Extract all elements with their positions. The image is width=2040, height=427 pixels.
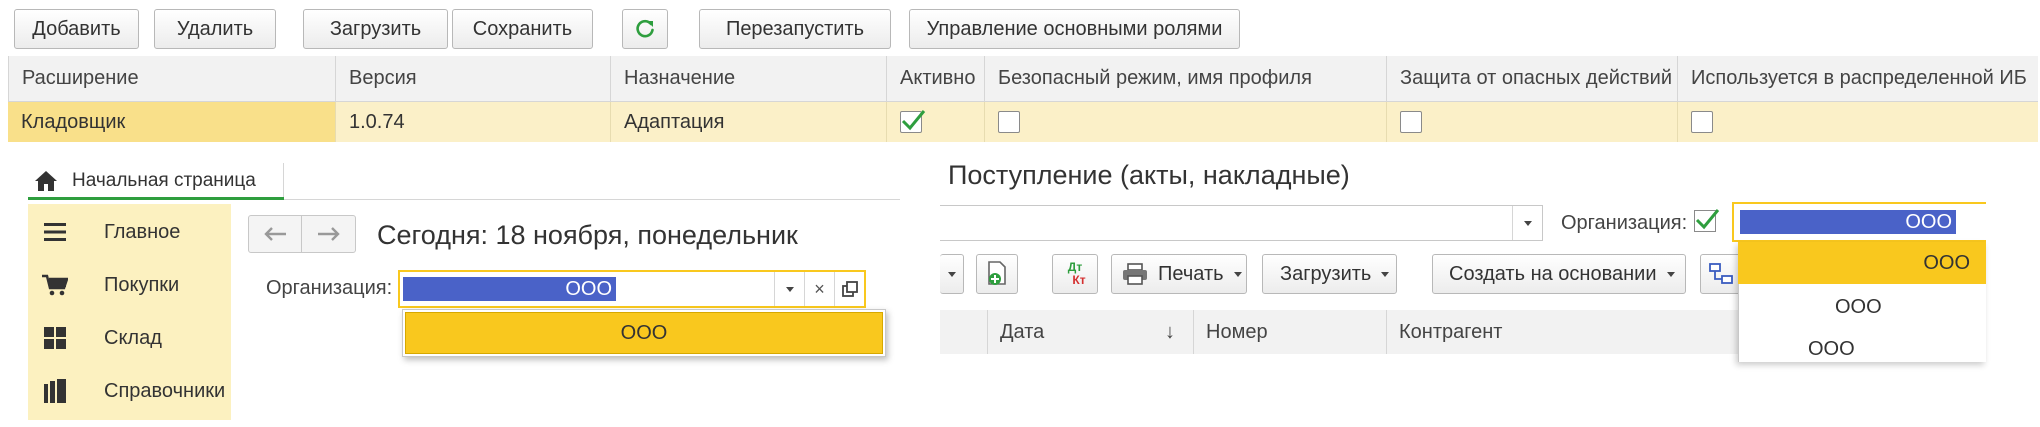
today-heading: Сегодня: 18 ноября, понедельник bbox=[377, 219, 798, 250]
org-dropdown-option-1[interactable]: ООО bbox=[1738, 242, 1986, 284]
org-checkbox[interactable] bbox=[1694, 209, 1720, 232]
copy-button[interactable] bbox=[976, 254, 1018, 294]
refresh-button[interactable] bbox=[622, 9, 668, 49]
dtkt-bottom-label: Кт bbox=[1072, 273, 1086, 287]
col-header-distributed[interactable]: Используется в распределенной ИБ bbox=[1678, 56, 2038, 102]
add-copy-icon bbox=[988, 261, 1006, 285]
chevron-down-icon bbox=[1666, 271, 1675, 277]
hierarchy-icon bbox=[1709, 263, 1733, 284]
cell-distributed bbox=[1678, 102, 2038, 142]
safe-mode-checkbox[interactable] bbox=[998, 111, 1020, 133]
sidebar-item-main[interactable]: Главное bbox=[28, 206, 231, 258]
col-header-active[interactable]: Активно bbox=[887, 56, 985, 102]
delete-button[interactable]: Удалить bbox=[154, 9, 276, 49]
page-title: Поступление (акты, накладные) bbox=[948, 159, 1350, 190]
chevron-down-icon bbox=[947, 271, 956, 277]
arrow-left-icon bbox=[263, 227, 286, 241]
create-based-button[interactable]: Создать на основании bbox=[1432, 254, 1686, 294]
books-icon bbox=[40, 376, 70, 406]
cell-version[interactable]: 1.0.74 bbox=[336, 102, 611, 142]
chevron-down-icon bbox=[1523, 220, 1532, 226]
search-dropdown-button[interactable] bbox=[1512, 206, 1542, 240]
print-label: Печать bbox=[1158, 262, 1224, 285]
cell-safe-mode bbox=[985, 102, 1387, 142]
cell-purpose[interactable]: Адаптация bbox=[611, 102, 887, 142]
forward-button[interactable] bbox=[302, 215, 356, 253]
structure-button[interactable] bbox=[1700, 254, 1742, 294]
checkmark-icon bbox=[901, 110, 926, 131]
sidebar-item-label: Главное bbox=[104, 220, 181, 243]
home-tab-underline bbox=[28, 197, 284, 200]
sidebar-item-purchases[interactable]: Покупки bbox=[28, 259, 231, 311]
org-label: Организация: bbox=[266, 276, 393, 299]
manage-roles-button[interactable]: Управление основными ролями bbox=[909, 9, 1240, 49]
chevron-down-icon bbox=[785, 286, 794, 292]
more-menu-button[interactable] bbox=[940, 254, 964, 294]
back-button[interactable] bbox=[248, 215, 302, 253]
org-dropdown-option-3[interactable]: ООО bbox=[1808, 334, 1855, 364]
cell-extension[interactable]: Кладовщик bbox=[8, 102, 336, 142]
checkmark-icon bbox=[1695, 209, 1720, 230]
sidebar-item-label: Справочники bbox=[104, 379, 226, 402]
col-header-safe-mode[interactable]: Безопасный режим, имя профиля bbox=[985, 56, 1387, 102]
col-header-counterparty[interactable]: Контрагент bbox=[1387, 310, 1740, 354]
home-tab[interactable]: Начальная страница bbox=[28, 163, 284, 199]
col-header-blank bbox=[940, 310, 988, 354]
col-header-purpose[interactable]: Назначение bbox=[611, 56, 887, 102]
home-tab-label: Начальная страница bbox=[72, 170, 256, 191]
save-button[interactable]: Сохранить bbox=[452, 9, 593, 49]
cell-active bbox=[887, 102, 985, 142]
col-header-version[interactable]: Версия bbox=[336, 56, 611, 102]
org-input-selected-2[interactable]: ООО bbox=[1740, 210, 1956, 234]
menu-icon bbox=[40, 217, 70, 247]
sidebar-item-directories[interactable]: Справочники bbox=[28, 365, 231, 417]
close-icon: × bbox=[814, 278, 825, 299]
arrow-right-icon bbox=[318, 227, 340, 241]
sidebar-item-warehouse[interactable]: Склад bbox=[28, 312, 231, 364]
org-input-selected[interactable]: ООО bbox=[403, 277, 616, 301]
org-open-button[interactable] bbox=[834, 272, 864, 306]
open-window-icon bbox=[841, 281, 858, 297]
active-checkbox[interactable] bbox=[900, 110, 926, 133]
col-header-number[interactable]: Номер bbox=[1194, 310, 1387, 354]
refresh-icon bbox=[636, 19, 654, 38]
chevron-down-icon bbox=[1233, 271, 1242, 277]
col-header-protection[interactable]: Защита от опасных действий bbox=[1387, 56, 1678, 102]
print-button[interactable]: Печать bbox=[1111, 254, 1247, 294]
distributed-checkbox[interactable] bbox=[1691, 111, 1713, 133]
chevron-down-icon bbox=[1381, 271, 1390, 277]
printer-icon bbox=[1123, 263, 1147, 285]
org-dropdown-option-2[interactable]: ООО bbox=[1835, 292, 1882, 322]
search-field[interactable] bbox=[940, 205, 1543, 241]
cart-icon bbox=[40, 270, 70, 300]
col-header-date[interactable]: Дата ↓ bbox=[988, 310, 1194, 354]
org-label-2: Организация: bbox=[1561, 211, 1688, 234]
home-icon bbox=[35, 171, 57, 191]
load-button[interactable]: Загрузить bbox=[303, 9, 448, 49]
load-menu-button[interactable]: Загрузить bbox=[1262, 254, 1397, 294]
col-header-date-label: Дата bbox=[1000, 320, 1045, 343]
dtkt-button[interactable]: Дт Кт bbox=[1052, 254, 1098, 294]
org-dropdown-button[interactable] bbox=[774, 272, 804, 306]
sort-arrow-icon: ↓ bbox=[1165, 320, 1175, 343]
col-header-extension[interactable]: Расширение bbox=[8, 56, 336, 102]
load-label: Загрузить bbox=[1280, 262, 1372, 285]
protection-checkbox[interactable] bbox=[1400, 111, 1422, 133]
org-clear-button[interactable]: × bbox=[804, 272, 834, 306]
restart-button[interactable]: Перезапустить bbox=[699, 9, 891, 49]
sidebar-item-label: Склад bbox=[104, 326, 162, 349]
org-dropdown-option[interactable]: ООО bbox=[405, 312, 883, 354]
tab-bar-line bbox=[284, 199, 900, 200]
sidebar-item-label: Покупки bbox=[104, 273, 180, 296]
create-based-label: Создать на основании bbox=[1449, 262, 1657, 285]
cell-protection bbox=[1387, 102, 1678, 142]
add-button[interactable]: Добавить bbox=[14, 9, 139, 49]
grid-icon bbox=[40, 323, 70, 353]
